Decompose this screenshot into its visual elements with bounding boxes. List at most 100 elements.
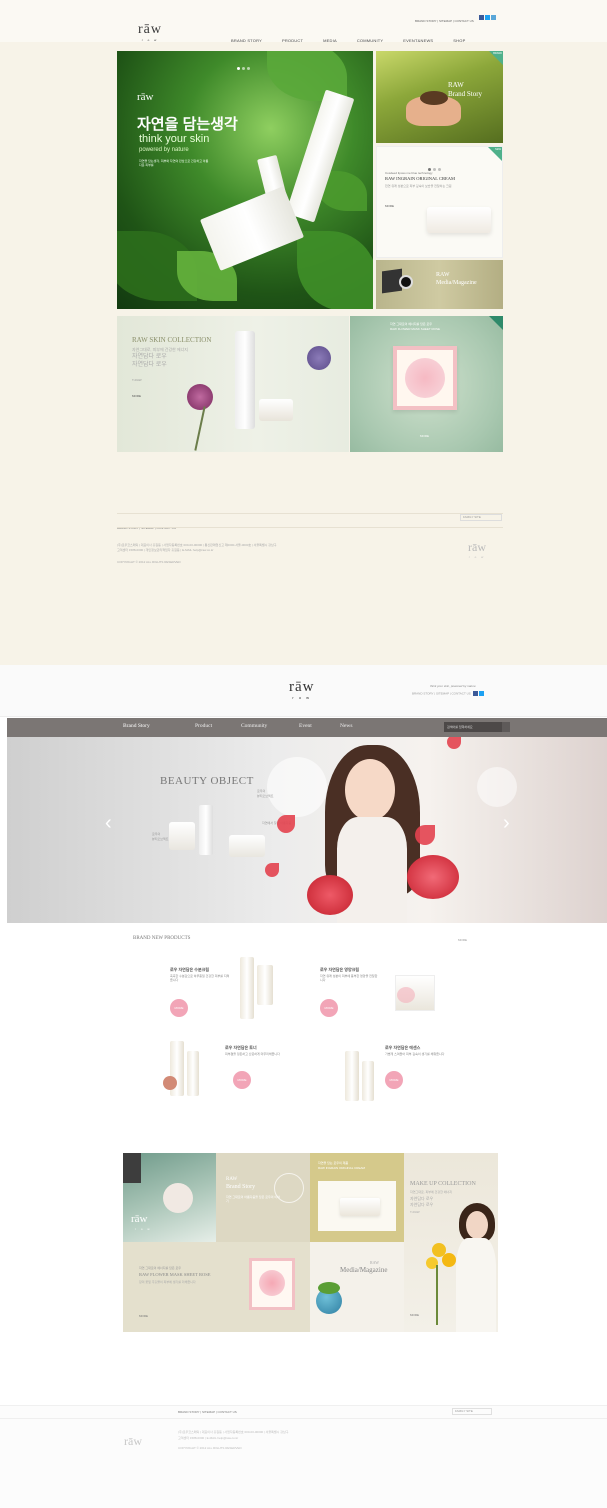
- nav-product[interactable]: PRODUCT: [282, 38, 303, 43]
- logo-sub: r o w: [141, 38, 159, 42]
- hero-prev-arrow[interactable]: ‹: [105, 813, 119, 833]
- footer-copy1: (주)로우코스메틱 | 대표이사 홍길동 | 사업자등록번호 000-00-00…: [117, 543, 277, 547]
- grid-mask-kicker: 자연 그대로의 에너지를 담은 로우: [139, 1266, 181, 1270]
- skin-line1: 자연그대로, 피부에 건강한 에너지: [132, 347, 188, 352]
- footer-copy2: 고객센터 1588-0000 | 개인정보관리책임자 홍길동 | E-MAIL …: [117, 548, 214, 552]
- util-links-text[interactable]: BRAND STORY | SITEMAP | CONTACT US: [415, 19, 474, 23]
- nav-media[interactable]: MEDIA: [323, 38, 337, 43]
- design-b-page: rāw r o w think your skin, powered by na…: [0, 665, 607, 1508]
- facebook-icon[interactable]: [472, 691, 478, 696]
- logo-b-mark: rāw: [289, 679, 315, 695]
- blog-icon[interactable]: [491, 15, 497, 21]
- story-badge: BRAND: [493, 52, 502, 55]
- grid-media-magazine[interactable]: RAW Media/Magazine: [310, 1242, 404, 1332]
- products-heading: BRAND NEW PRODUCTS: [133, 936, 191, 941]
- header-a: BRAND STORY | SITEMAP | CONTACT US rāw r…: [0, 0, 607, 43]
- product-more-button[interactable]: MORE: [320, 999, 338, 1017]
- skin-line3: 자연담다 로우: [132, 362, 167, 368]
- util-links-b[interactable]: BRAND STORY | SITEMAP | CONTACT US: [412, 691, 484, 696]
- nav-event-news[interactable]: EVENT&NEWS: [403, 38, 433, 43]
- hero-banner-a[interactable]: rāw 자연을 담는생각 think your skin powered by …: [117, 51, 373, 309]
- product-desc: 촉촉한 수분감으로 하루종일 건강한 피부를 지켜줍니다: [170, 974, 230, 982]
- family-site-select[interactable]: FAMILY SITE: [460, 514, 502, 521]
- footer-b-logo: rāw: [124, 1434, 142, 1448]
- cream-kicker: Cosdeed liposo me blue technology: [385, 171, 433, 175]
- brand-story-panel-a[interactable]: RAW Brand Story BRAND: [376, 51, 503, 143]
- grid-media-title1: RAW: [370, 1260, 380, 1265]
- cream-more-link[interactable]: MORE: [385, 204, 394, 208]
- cream-desc: 천연 유래 성분으로 피부 깊숙이 보습을 전달하는 크림: [385, 184, 452, 188]
- cream-panel-a[interactable]: Cosdeed liposo me blue technology RAW IN…: [376, 146, 503, 258]
- product-more-button[interactable]: MORE: [385, 1071, 403, 1089]
- footer-b: BRAND STORY | SITEMAP | CONTACT US FAMIL…: [0, 1405, 607, 1508]
- footer-logo-a: rāw r o w: [468, 540, 486, 559]
- product-more-button[interactable]: MORE: [233, 1071, 251, 1089]
- grid-cream-title: RAW INGRAIN ORIGINAL CREAM: [318, 1166, 365, 1170]
- grid-makeup-label: T-RAW: [410, 1210, 420, 1214]
- grid-logo-mark: rāw: [131, 1213, 148, 1225]
- hero-banner-b[interactable]: BEAUTY OBJECT 로우의 뷰티오브젝트 로우의 뷰티오브젝트 자연에서…: [7, 737, 607, 923]
- grid-mask-sheet[interactable]: 자연 그대로의 에너지를 담은 로우 RAW FLOWER MASK SHEET…: [123, 1242, 310, 1332]
- skin-line2: 자연담다 로우: [132, 354, 167, 360]
- product-card[interactable]: 로우 자연담은 에센스 가볍게 스며들어 피부 깊숙이 생기를 채워줍니다 MO…: [315, 1041, 475, 1121]
- grid-mask-more-link[interactable]: MORE: [139, 1314, 148, 1318]
- hero-think: think your skin: [139, 133, 210, 145]
- product-more-button[interactable]: MORE: [170, 999, 188, 1017]
- footer-b-links[interactable]: BRAND STORY | SITEMAP | CONTACT US: [178, 1410, 237, 1414]
- nav-b-brand-story[interactable]: Brand Story: [123, 723, 150, 729]
- footer-b-family-site[interactable]: FAMILY SITE: [452, 1408, 492, 1415]
- grid-makeup-collection[interactable]: MAKE UP COLLECTION 자연그대로, 피부에 건강한 에너지 자연…: [404, 1153, 498, 1332]
- skin-more-link[interactable]: MORE: [132, 394, 141, 398]
- cream-badge: NEW: [495, 148, 501, 151]
- hero-next-arrow[interactable]: ›: [503, 813, 517, 833]
- hero-b-tag2: 뷰티오브젝트: [152, 837, 169, 841]
- grid-logo-sub: r o w: [135, 1227, 152, 1231]
- logo-b[interactable]: rāw r o w: [289, 679, 315, 700]
- util-links-b-text[interactable]: BRAND STORY | SITEMAP | CONTACT US: [412, 691, 471, 695]
- search-icon[interactable]: [502, 722, 510, 732]
- product-card[interactable]: 로우 자연담은 영양크림 자연 유래 성분이 피부에 풍부한 영양을 전달합니다…: [315, 965, 455, 1035]
- product-desc: 자연 유래 성분이 피부에 풍부한 영양을 전달합니다: [320, 974, 378, 982]
- feature-grid-b: rāw r o w RAW Brand Story 자연 그대로의 아름다움을 …: [123, 1153, 498, 1332]
- hero-logo: rāw: [137, 91, 154, 103]
- skin-label: T-RAW: [132, 378, 142, 382]
- nav-brand-story[interactable]: BRAND STORY: [231, 38, 262, 43]
- mask-more-link[interactable]: MORE: [420, 434, 429, 438]
- nav-community[interactable]: COMMUNITY: [357, 38, 383, 43]
- grid-makeup-more-link[interactable]: MORE: [410, 1313, 419, 1317]
- grid-brand-story[interactable]: RAW Brand Story 자연 그대로의 아름다움을 담은 로우의 이야기: [216, 1153, 310, 1242]
- nav-b-event[interactable]: Event: [299, 723, 312, 729]
- mask-sheet-panel-a[interactable]: 자연 그대로의 에너지를 담은 로우 RAW FLOWER MASK SHEET…: [350, 316, 503, 452]
- skin-title: RAW SKIN COLLECTION: [132, 336, 212, 344]
- nav-b-product[interactable]: Product: [195, 723, 212, 729]
- logo-a[interactable]: rāw r o w: [138, 22, 162, 42]
- twitter-icon[interactable]: [478, 691, 484, 696]
- footer-b-copy1: (주)로우코스메틱 | 대표이사 홍길동 | 사업자등록번호 000-00-00…: [178, 1430, 289, 1434]
- hero-headline: 자연을 담는생각: [137, 116, 238, 133]
- story-title2: Brand Story: [448, 90, 483, 98]
- search-box-b[interactable]: 검색어를 입력하세요: [444, 722, 510, 732]
- footer-links-a[interactable]: BRAND STORY | SITEMAP | CONTACT US: [117, 516, 176, 534]
- hero-b-tag1: 로우의: [152, 832, 161, 836]
- footer-copyright: COPYRIGHT © 2012 ALL RIGHTS RESERVED: [117, 560, 181, 564]
- nav-b-news[interactable]: News: [340, 723, 353, 729]
- util-links-a[interactable]: BRAND STORY | SITEMAP | CONTACT US: [415, 9, 497, 27]
- nav-shop[interactable]: SHOP: [453, 38, 465, 43]
- product-card[interactable]: 로우 자연담은 토너 피부결을 정돈하고 산뜻하게 마무리해줍니다 MORE: [163, 1041, 295, 1121]
- hero-pager[interactable]: [236, 57, 251, 75]
- facebook-icon[interactable]: [479, 15, 485, 21]
- grid-cream[interactable]: 자연을 담는 로우의 제품 RAW INGRAIN ORIGINAL CREAM: [310, 1153, 404, 1242]
- product-name: 로우 자연담은 수분크림: [170, 967, 210, 972]
- twitter-icon[interactable]: [485, 15, 491, 21]
- grid-photo-flowers[interactable]: rāw r o w: [123, 1153, 216, 1242]
- nav-b-community[interactable]: Community: [241, 723, 267, 729]
- main-nav-b: Brand Story Product Community Event News…: [7, 718, 607, 737]
- grid-makeup-line2: 자연담다 로우: [410, 1196, 434, 1201]
- grid-media-title2: Media/Magazine: [340, 1266, 388, 1274]
- product-card[interactable]: 로우 자연담은 수분크림 촉촉한 수분감으로 하루종일 건강한 피부를 지켜줍니…: [165, 957, 285, 1035]
- media-magazine-panel-a[interactable]: RAW Media/Magazine: [376, 260, 503, 309]
- skin-collection-panel-a[interactable]: RAW SKIN COLLECTION 자연그대로, 피부에 건강한 에너지 자…: [117, 316, 349, 452]
- search-input-b[interactable]: 검색어를 입력하세요: [447, 725, 473, 729]
- products-more-link[interactable]: MORE: [458, 938, 467, 942]
- grid-makeup-line1: 자연그대로, 피부에 건강한 에너지: [410, 1190, 452, 1194]
